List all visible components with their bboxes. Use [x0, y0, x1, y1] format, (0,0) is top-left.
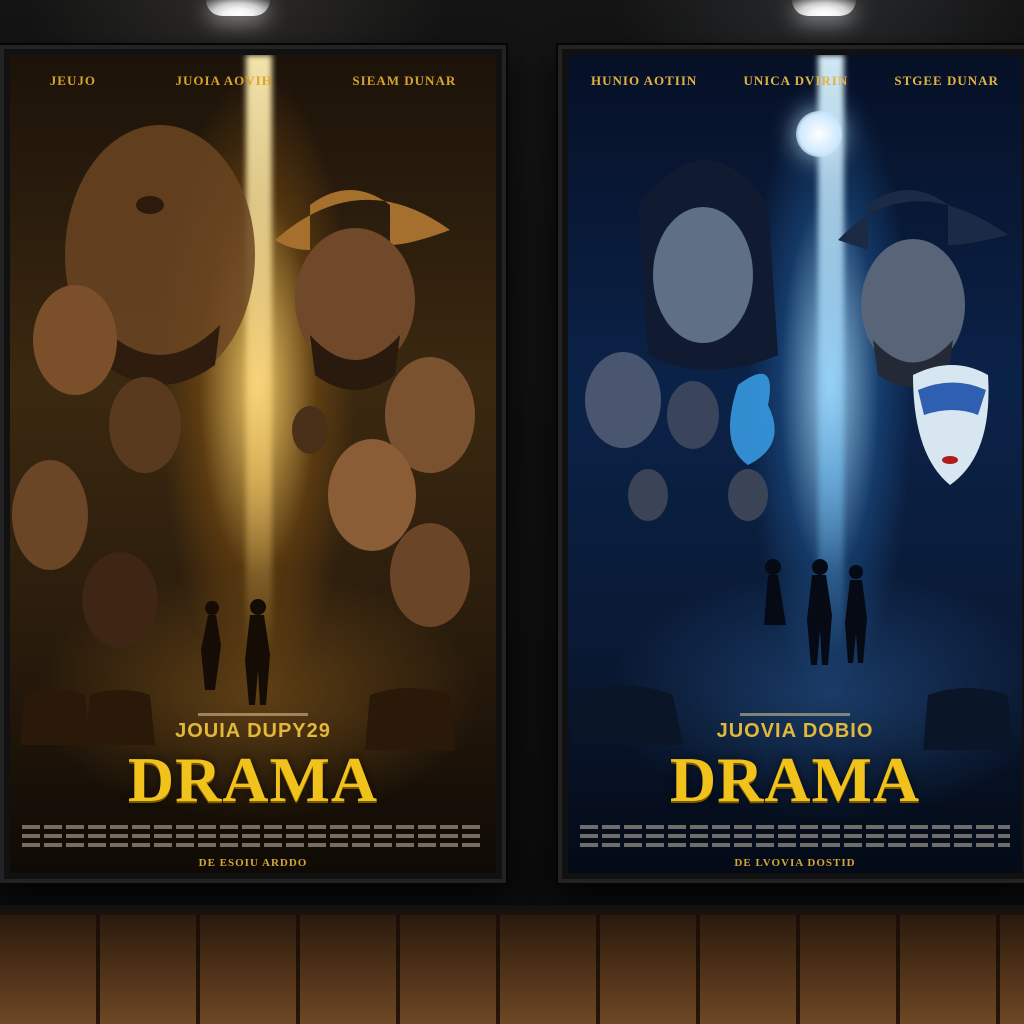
- billing-block: [22, 825, 484, 852]
- left-poster: JEUJO JUOIA AOVIH SIEAM DUNAR JOUIA DUPY…: [10, 55, 496, 873]
- wooden-floor: [0, 915, 1024, 1024]
- poster-title: DRAMA: [669, 744, 921, 815]
- top-credit: SIEAM DUNAR: [352, 73, 457, 88]
- top-credits: HUNIO AOTIIN UNICA DVIRIN STGEE DUNAR: [568, 73, 1022, 89]
- top-credit: HUNIO AOTIIN: [591, 73, 698, 88]
- tagline-placeholder: [10, 703, 496, 721]
- right-poster-frame: HUNIO AOTIIN UNICA DVIRIN STGEE DUNAR JU…: [558, 45, 1024, 883]
- bottom-credit: DE LVOVIA DOSTID: [734, 857, 856, 869]
- top-credit: JUOIA AOVIH: [175, 73, 273, 88]
- left-poster-frame: JEUJO JUOIA AOVIH SIEAM DUNAR JOUIA DUPY…: [0, 45, 506, 883]
- poster-title: DRAMA: [127, 744, 379, 815]
- poster-subtitle: JUOVIA DOBIO: [716, 720, 874, 742]
- top-credit: STGEE DUNAR: [894, 73, 999, 88]
- tagline-placeholder: [568, 703, 1022, 721]
- spotlight-lamp: [792, 0, 856, 16]
- top-credit: UNICA DVIRIN: [743, 73, 849, 88]
- billing-block: [580, 825, 1010, 852]
- top-credits: JEUJO JUOIA AOVIH SIEAM DUNAR: [10, 73, 496, 89]
- bottom-credit: DE ESOIU ARDDO: [198, 857, 308, 869]
- right-poster: HUNIO AOTIIN UNICA DVIRIN STGEE DUNAR JU…: [568, 55, 1022, 873]
- spotlight-lamp: [206, 0, 270, 16]
- top-credit: JEUJO: [49, 73, 96, 88]
- poster-subtitle: JOUIA DUPY29: [175, 720, 331, 742]
